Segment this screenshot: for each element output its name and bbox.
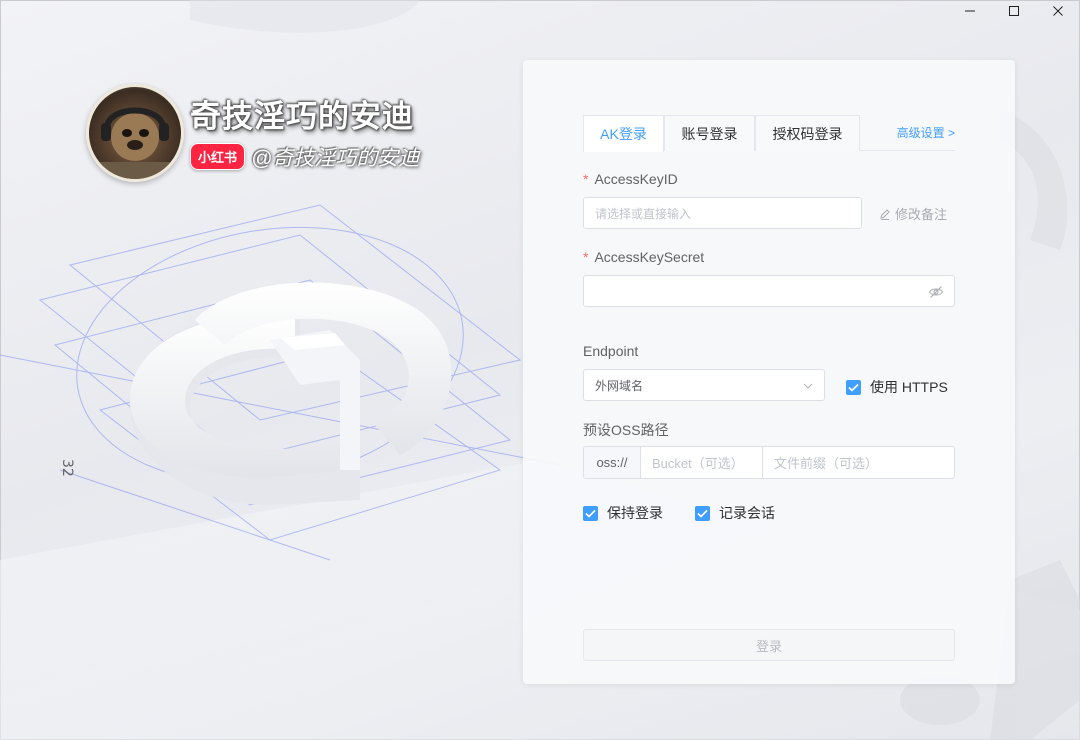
brand-name: 奇技淫巧的安迪 bbox=[190, 98, 414, 135]
maximize-icon bbox=[1009, 6, 1019, 16]
access-key-id-placeholder: 请选择或直接输入 bbox=[595, 206, 692, 221]
bucket-input[interactable]: Bucket（可选） bbox=[641, 447, 763, 478]
close-icon bbox=[1053, 6, 1063, 16]
record-session-check-icon bbox=[695, 505, 710, 521]
keep-login-checkbox[interactable]: 保持登录 bbox=[583, 503, 663, 523]
advanced-settings-link[interactable]: 高级设置 > bbox=[897, 124, 955, 141]
https-check-icon bbox=[846, 379, 861, 395]
close-button[interactable] bbox=[1036, 0, 1080, 22]
minimize-button[interactable] bbox=[948, 0, 992, 22]
access-key-secret-label: * AccessKeySecret bbox=[583, 249, 705, 265]
login-button[interactable]: 登录 bbox=[583, 629, 955, 661]
dimension-label: 32 bbox=[59, 459, 75, 477]
access-key-secret-input[interactable] bbox=[583, 275, 955, 307]
access-key-id-input[interactable]: 请选择或直接输入 bbox=[583, 197, 862, 229]
window-controls bbox=[948, 0, 1080, 22]
xiaohongshu-badge: 小红书 bbox=[190, 143, 246, 170]
edit-remark-link[interactable]: 修改备注 bbox=[879, 204, 947, 223]
eye-hidden-icon[interactable] bbox=[928, 284, 944, 300]
oss-scheme-prefix: oss:// bbox=[584, 447, 641, 478]
file-prefix-input[interactable]: 文件前缀（可选） bbox=[763, 447, 954, 478]
maximize-button[interactable] bbox=[992, 0, 1036, 22]
oss-path-group: oss:// Bucket（可选） 文件前缀（可选） bbox=[583, 446, 955, 479]
access-key-id-label: * AccessKeyID bbox=[583, 171, 678, 187]
edit-icon bbox=[880, 208, 890, 220]
keep-login-check-icon bbox=[583, 505, 598, 521]
keep-login-label: 保持登录 bbox=[607, 505, 663, 521]
chevron-down-icon bbox=[803, 383, 813, 389]
record-session-label: 记录会话 bbox=[719, 505, 775, 521]
endpoint-label: Endpoint bbox=[583, 343, 639, 359]
avatar bbox=[86, 84, 184, 182]
brand-watermark: 奇技淫巧的安迪 小红书 @奇技淫巧的安迪 bbox=[86, 84, 419, 182]
avatar-image bbox=[89, 107, 181, 179]
login-tabs: AK登录 账号登录 授权码登录 高级设置 > bbox=[583, 115, 955, 152]
tab-account-login[interactable]: 账号登录 bbox=[664, 115, 755, 151]
minimize-icon bbox=[965, 10, 975, 12]
endpoint-select[interactable]: 外网域名 bbox=[583, 369, 825, 401]
https-label: 使用 HTTPS bbox=[870, 379, 948, 395]
brand-text: 奇技淫巧的安迪 小红书 @奇技淫巧的安迪 bbox=[190, 91, 419, 172]
tab-ak-login[interactable]: AK登录 bbox=[583, 115, 664, 152]
login-panel: AK登录 账号登录 授权码登录 高级设置 > * AccessKeyID 请选择或… bbox=[523, 60, 1015, 684]
brand-sub: 小红书 @奇技淫巧的安迪 bbox=[190, 142, 419, 172]
brand-handle: @奇技淫巧的安迪 bbox=[251, 146, 420, 170]
edit-remark-label: 修改备注 bbox=[895, 207, 948, 222]
tab-auth-code-login[interactable]: 授权码登录 bbox=[755, 115, 860, 151]
oss-path-label: 预设OSS路径 bbox=[583, 422, 669, 438]
record-session-checkbox[interactable]: 记录会话 bbox=[695, 503, 775, 523]
https-checkbox[interactable]: 使用 HTTPS bbox=[846, 377, 948, 397]
endpoint-selected-value: 外网域名 bbox=[595, 378, 644, 393]
